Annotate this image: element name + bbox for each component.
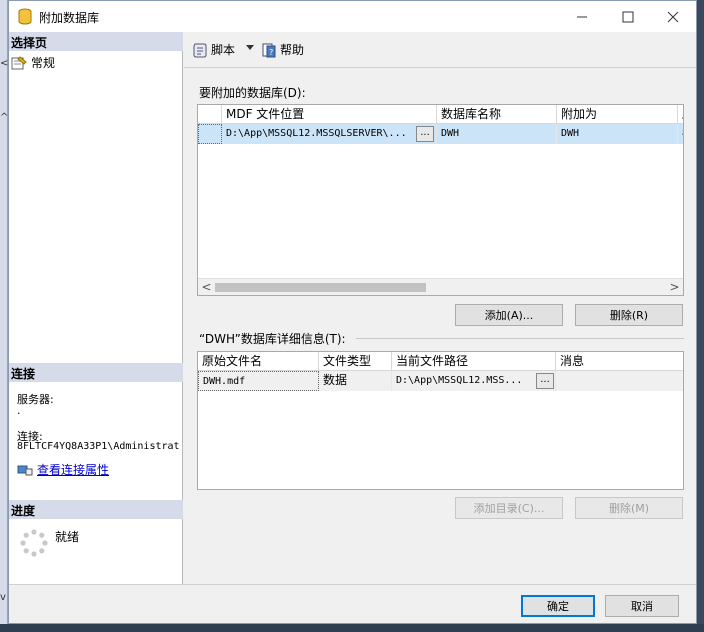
general-page-icon [11, 55, 27, 69]
help-button[interactable]: ? 帮助 [261, 41, 304, 58]
right-pane: 脚本 ? 帮助 要附加的数据库(D): MDF 文件位置 数据库名称 附加为 所… [184, 32, 696, 584]
connection-header: 连接 [9, 363, 183, 382]
column-header-original-file[interactable]: 原始文件名 [198, 352, 319, 371]
progress-spinner-icon [20, 529, 48, 557]
column-header-current-path[interactable]: 当前文件路径 [392, 352, 556, 371]
page-item-label: 常规 [31, 56, 56, 70]
script-dropdown-icon[interactable] [246, 45, 254, 50]
row-selector[interactable] [198, 124, 222, 144]
background-taskbar-edge [0, 624, 704, 632]
view-connection-properties-link[interactable]: 查看连接属性 [17, 461, 109, 478]
column-header-file-type[interactable]: 文件类型 [319, 352, 392, 371]
add-database-button[interactable]: 添加(A)... [455, 304, 563, 326]
attach-as-cell[interactable]: DWH [557, 124, 678, 144]
horizontal-scrollbar[interactable]: < > [198, 278, 683, 295]
help-label: 帮助 [280, 43, 305, 57]
databases-grid: MDF 文件位置 数据库名称 附加为 所 D:\App\MSSQL12.MSSQ… [197, 104, 684, 296]
help-icon: ? [262, 43, 276, 57]
window-title: 附加数据库 [39, 11, 100, 25]
column-header-attach-as[interactable]: 附加为 [557, 105, 678, 124]
db-name-cell[interactable]: DWH [437, 124, 557, 144]
background-window-edge: < ^ v [0, 0, 8, 632]
add-catalog-button[interactable]: 添加目录(C)... [455, 497, 563, 519]
column-header-db-name[interactable]: 数据库名称 [437, 105, 557, 124]
title-bar: 附加数据库 [9, 1, 696, 32]
script-icon [193, 43, 207, 57]
svg-text:?: ? [269, 48, 273, 57]
database-icon [18, 8, 32, 28]
maximize-button[interactable] [605, 1, 651, 32]
current-path-cell[interactable]: D:\App\MSSQL12.MSS... [392, 371, 556, 391]
minimize-icon [577, 16, 587, 17]
row-header-corner [198, 105, 222, 124]
remove-file-button[interactable]: 删除(M) [575, 497, 683, 519]
details-label: “DWH”数据库详细信息(T): [199, 332, 346, 346]
connection-value: 8FLTCF4YQ8A33P1\Administrat [17, 441, 180, 452]
progress-status: 就绪 [55, 530, 80, 544]
owner-cell[interactable]: 8 [678, 124, 683, 144]
maximize-icon [622, 11, 634, 22]
mdf-location-cell[interactable]: D:\App\MSSQL12.MSSQLSERVER\... [222, 124, 437, 144]
chevron-down-icon: v [0, 592, 6, 603]
databases-to-attach-label: 要附加的数据库(D): [199, 86, 306, 100]
column-header-owner[interactable]: 所 [678, 105, 683, 124]
close-icon [667, 11, 679, 22]
server-label: 服务器: [17, 393, 54, 406]
page-item-general[interactable]: 常规 [11, 54, 55, 71]
details-separator [356, 338, 684, 339]
cancel-button[interactable]: 取消 [605, 595, 679, 617]
left-pane: 选择页 常规 连接 服务器: . 连接: 8FLTCF4YQ8A33P1\Adm… [9, 32, 183, 584]
connection-properties-icon [17, 465, 33, 475]
select-page-header: 选择页 [9, 32, 183, 51]
file-type-cell[interactable]: 数据 [319, 371, 392, 391]
browse-path-button[interactable]: ... [536, 373, 554, 389]
details-grid: 原始文件名 文件类型 当前文件路径 消息 DWH.mdf 数据 D:\App\M… [197, 351, 684, 490]
script-button[interactable]: 脚本 [192, 41, 235, 58]
server-value: . [17, 404, 21, 417]
ok-button[interactable]: 确定 [521, 595, 595, 617]
scroll-left-icon[interactable]: < [198, 280, 215, 295]
column-header-mdf[interactable]: MDF 文件位置 [222, 105, 437, 124]
script-label: 脚本 [211, 43, 236, 57]
background-right-edge [697, 0, 704, 632]
view-connection-link-label: 查看连接属性 [37, 463, 110, 477]
scrollbar-thumb[interactable] [215, 283, 426, 292]
remove-database-button[interactable]: 删除(R) [575, 304, 683, 326]
minimize-button[interactable] [559, 1, 605, 32]
column-header-message[interactable]: 消息 [556, 352, 683, 371]
progress-header: 进度 [9, 500, 183, 519]
close-button[interactable] [650, 1, 696, 32]
browse-mdf-button[interactable]: ... [416, 126, 434, 142]
toolbar: 脚本 ? 帮助 [184, 32, 696, 68]
dialog-footer: 确定 取消 [9, 584, 696, 623]
original-file-cell[interactable]: DWH.mdf [198, 371, 319, 391]
scroll-right-icon[interactable]: > [666, 280, 683, 295]
attach-database-dialog: 附加数据库 选择页 常规 连接 服务器: . 连接: 8FLTCF4YQ8A33… [8, 0, 697, 624]
message-cell [556, 371, 683, 391]
